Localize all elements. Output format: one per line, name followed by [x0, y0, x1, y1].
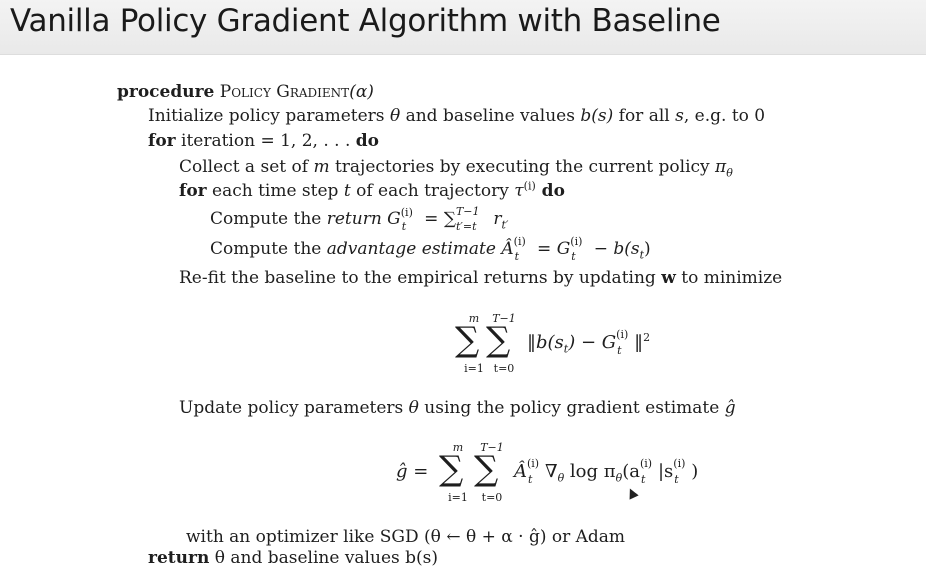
text: with an optimizer like SGD (θ ← θ + α · …	[186, 527, 626, 547]
log-pi: log π	[564, 461, 616, 482]
text: and baseline values	[400, 106, 581, 126]
text: using the policy gradient estimate	[418, 398, 725, 418]
procedure-name: Policy Gradient	[219, 82, 350, 102]
keyword-for: for	[179, 181, 207, 201]
equals-sum: = ∑	[418, 209, 456, 229]
superscript: (i)	[523, 179, 536, 193]
text: ‖	[634, 332, 644, 353]
keyword-return: return	[148, 548, 210, 568]
return-line: return θ and baseline values b(s)	[148, 548, 438, 568]
pi-symbol: π	[715, 157, 727, 177]
text: ‖b(s	[527, 332, 564, 353]
a-hat-symbol: Â	[495, 239, 514, 259]
slide-title-bar: Vanilla Policy Gradient Algorithm with B…	[0, 0, 926, 55]
text: |s	[657, 461, 674, 482]
text: each time step	[206, 181, 344, 201]
update-line: Update policy parameters θ using the pol…	[179, 398, 736, 418]
initialize-line: Initialize policy parameters θ and basel…	[148, 106, 765, 126]
text: Collect a set of	[179, 157, 314, 177]
sum-lower-limit: t=0	[481, 491, 503, 504]
baseline-symbol: b(s)	[580, 106, 614, 126]
subscript: t	[640, 473, 646, 486]
text: for all	[613, 106, 676, 126]
refit-line: Re-fit the baseline to the empirical ret…	[179, 268, 782, 288]
superscript: (i)	[673, 457, 686, 470]
subscript: t	[674, 473, 679, 486]
sigma-symbol: ∑	[474, 449, 499, 489]
sum-lower-limit: t=0	[493, 362, 515, 375]
g-hat-lhs: ĝ =	[396, 461, 429, 482]
subscript: t′	[501, 218, 509, 232]
loss-body: ‖b(st) − G (i) t ‖2	[527, 328, 651, 357]
close-paren: )	[691, 461, 699, 482]
g-symbol: = G	[531, 239, 571, 259]
text: trajectories by executing the current po…	[329, 157, 716, 177]
subscript: t	[514, 250, 520, 263]
text: of each trajectory	[350, 181, 515, 201]
return-term: return	[326, 209, 382, 229]
w-symbol: w	[661, 268, 676, 288]
for-iteration-line: for iteration = 1, 2, . . . do	[148, 131, 379, 151]
procedure-line: procedure Policy Gradient(α)	[117, 82, 374, 102]
keyword-do: do	[535, 181, 565, 201]
theta-symbol: θ	[408, 398, 419, 418]
sigma-symbol: ∑	[455, 320, 480, 360]
slide-title: Vanilla Policy Gradient Algorithm with B…	[10, 3, 721, 39]
t-symbol: t	[343, 181, 351, 201]
text: Compute the	[210, 209, 327, 229]
text: (a	[622, 461, 640, 482]
procedure-arg: (α)	[349, 82, 374, 102]
mouse-cursor-icon	[625, 486, 639, 500]
text: iteration = 1, 2, . . .	[175, 131, 356, 151]
theta-symbol: θ	[389, 106, 401, 126]
superscript: 2	[643, 331, 651, 344]
advantage-term: advantage estimate	[326, 239, 496, 259]
subscript: t′=t	[455, 220, 477, 233]
g-hat-symbol: ĝ	[724, 398, 736, 418]
baseline-term: − b(s	[588, 239, 640, 259]
keyword-do: do	[355, 131, 380, 151]
sigma-symbol: ∑	[486, 320, 511, 360]
for-timestep-line: for each time step t of each trajectory …	[179, 179, 565, 201]
gradient-body: Â (i) t ∇θ log πθ(a (i) t |s (i) t)	[514, 457, 699, 486]
text: Initialize policy parameters	[148, 106, 390, 126]
subscript: t	[617, 344, 622, 357]
subscript: θ	[726, 166, 733, 180]
subscript: t	[528, 473, 533, 486]
text: Update policy parameters	[179, 398, 409, 418]
superscript: (i)	[570, 235, 583, 248]
superscript: (i)	[616, 328, 629, 341]
text: , e.g. to 0	[683, 106, 766, 126]
tau-symbol: τ	[514, 181, 524, 201]
close-paren: )	[644, 239, 651, 259]
sigma-symbol: ∑	[439, 449, 464, 489]
superscript: T−1	[455, 205, 480, 218]
m-symbol: m	[313, 157, 330, 177]
optimizer-line: with an optimizer like SGD (θ ← θ + α · …	[186, 527, 625, 547]
text: Re-fit the baseline to the empirical ret…	[179, 268, 662, 288]
keyword-procedure: procedure	[117, 82, 215, 102]
superscript: (i)	[527, 457, 540, 470]
nabla-symbol: ∇	[545, 461, 558, 482]
compute-advantage-line: Compute the advantage estimate Â (i) t = G…	[210, 235, 651, 263]
state-symbol: s	[675, 106, 684, 126]
text: Compute the	[210, 239, 327, 259]
text: ) − G	[568, 332, 617, 353]
subscript: t	[401, 220, 407, 233]
compute-return-line: Compute the return G (i) t = ∑ T−1 t′=t rt′	[210, 205, 509, 233]
superscript: (i)	[639, 457, 653, 470]
superscript: (i)	[400, 206, 413, 219]
r-symbol: r	[487, 209, 502, 229]
collect-line: Collect a set of m trajectories by execu…	[179, 157, 733, 180]
subscript: t	[571, 250, 576, 263]
a-hat-symbol: Â	[514, 461, 527, 482]
text: θ and baseline values b(s)	[209, 548, 438, 568]
g-symbol: G	[381, 209, 401, 229]
superscript: (i)	[513, 235, 526, 248]
keyword-for: for	[148, 131, 176, 151]
text: to minimize	[675, 268, 783, 288]
